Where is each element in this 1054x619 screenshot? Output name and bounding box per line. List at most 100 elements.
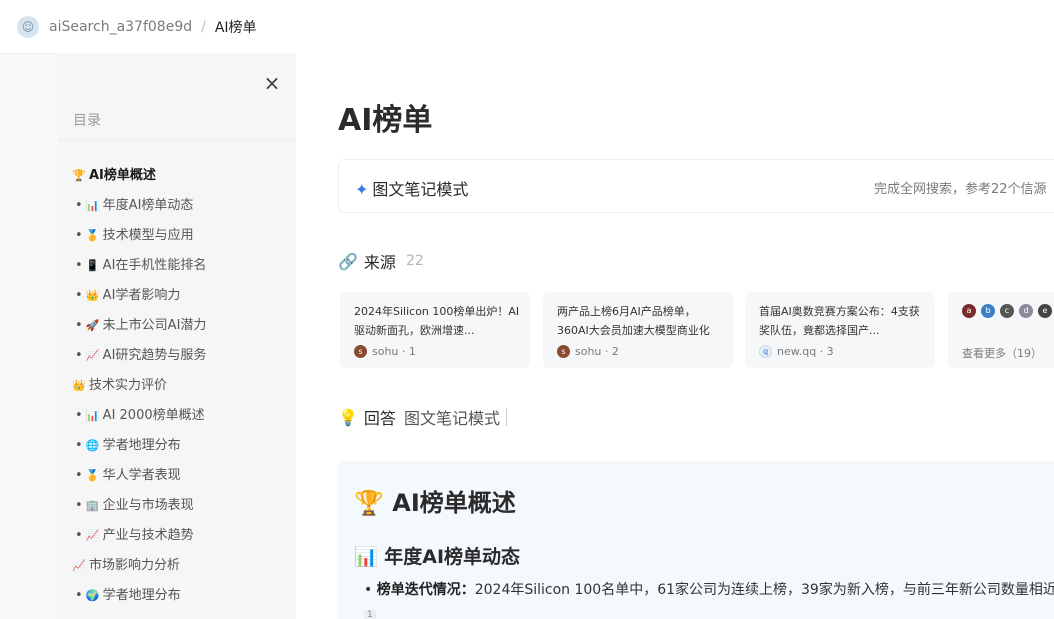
toc-item-label: 市场影响力分析 bbox=[89, 558, 181, 573]
main-content: AI榜单 ✦ 图文笔记模式 完成全网搜索，参考22个信源 🔗 来源 22 2024… bbox=[296, 53, 1054, 619]
breadcrumb-workspace[interactable]: aiSearch_a37f08e9d bbox=[49, 19, 192, 35]
para-label: 榜单迭代情况： bbox=[376, 582, 475, 598]
source-site: sohu · 1 bbox=[372, 345, 416, 358]
source-title: 首届AI奥数竞赛方案公布：4支获奖队伍，竟都选择国产... bbox=[759, 305, 920, 337]
source-title: 2024年Silicon 100榜单出炉！AI驱动新面孔，欧洲增速... bbox=[354, 305, 520, 337]
source-card[interactable]: 2024年Silicon 100榜单出炉！AI驱动新面孔，欧洲增速... s s… bbox=[340, 292, 530, 368]
toc-item-label: 学者地理分布 bbox=[102, 588, 181, 603]
bullet-icon: • bbox=[75, 288, 83, 303]
toc-item[interactable]: 🏆 AI榜单概述 bbox=[57, 161, 296, 191]
toc-item[interactable]: • 📱 AI在手机性能排名 bbox=[57, 251, 296, 281]
bullet-icon: • bbox=[75, 468, 83, 483]
sources-count: 22 bbox=[405, 253, 424, 269]
toc-item[interactable]: 👑 技术实力评价 bbox=[57, 371, 296, 401]
toc-item[interactable]: 📈 市场影响力分析 bbox=[57, 551, 296, 581]
toc-item-label: AI榜单概述 bbox=[89, 168, 156, 183]
toc-item-label: AI在手机性能排名 bbox=[102, 258, 207, 273]
close-icon[interactable]: × bbox=[262, 73, 282, 93]
toc-item-label: 年度AI榜单动态 bbox=[102, 198, 194, 213]
answer-content: 🏆 AI榜单概述 📊 年度AI榜单动态 • 榜单迭代情况：2024年Silico… bbox=[338, 461, 1054, 619]
answer-label: 回答 bbox=[363, 409, 396, 428]
source-card[interactable]: 两产品上榜6月AI产品榜单，360AI大会员加速大模型商业化 s sohu · … bbox=[543, 292, 733, 368]
site-icon: c bbox=[1000, 304, 1014, 318]
toc-item[interactable]: • 🥇 华人学者表现 bbox=[57, 461, 296, 491]
toc-item-icon: 🥇 bbox=[85, 229, 100, 242]
toc-item[interactable]: • 👑 AI学者影响力 bbox=[57, 281, 296, 311]
toc-item-icon: 🥇 bbox=[85, 469, 100, 482]
toc-item-label: AI研究趋势与服务 bbox=[102, 348, 207, 363]
citation-badge[interactable]: 1 bbox=[364, 610, 376, 619]
toc-item-icon: 👑 bbox=[85, 289, 100, 302]
toc-item-icon: 📈 bbox=[85, 349, 100, 362]
toc-item-icon: 🏢 bbox=[85, 499, 100, 512]
breadcrumb-page: AI榜单 bbox=[214, 19, 257, 36]
more-sources-icons: a b c d e bbox=[962, 304, 1054, 318]
toc-item-label: 技术实力评价 bbox=[89, 378, 168, 393]
bullet-icon: • bbox=[75, 228, 83, 243]
toc-item-icon: 📈 bbox=[85, 529, 100, 542]
toc-panel: × 目录 🏆 AI榜单概述 • 📊 年度AI榜单动态 • 🥇 技术模型与应用 • 📱 AI在手机性能… bbox=[57, 53, 296, 619]
sohu-site-icon: s bbox=[354, 345, 367, 358]
breadcrumb-separator: / bbox=[201, 18, 206, 35]
toc-item-icon: 📱 bbox=[85, 259, 100, 272]
toc-item[interactable]: • 📊 年度AI榜单动态 bbox=[57, 191, 296, 221]
bullet-icon: • bbox=[75, 318, 83, 333]
toc-item[interactable]: • 📈 产业与技术趋势 bbox=[57, 521, 296, 551]
bullet-icon: • bbox=[75, 438, 83, 453]
top-bar: ☺ aiSearch_a37f08e9d / AI榜单 bbox=[0, 0, 1054, 54]
site-icon: e bbox=[1038, 304, 1052, 318]
toc-item-label: 产业与技术趋势 bbox=[102, 528, 194, 543]
toc-item[interactable]: • 🥇 技术模型与应用 bbox=[57, 221, 296, 251]
toc-item[interactable]: • 🏢 企业与市场表现 bbox=[57, 491, 296, 521]
source-meta: s sohu · 1 bbox=[354, 345, 416, 358]
more-sources-card[interactable]: a b c d e 查看更多（19） bbox=[948, 292, 1054, 368]
answer-header: 💡 回答 图文笔记模式 bbox=[338, 405, 507, 429]
answer-mode: 图文笔记模式 bbox=[403, 409, 500, 428]
bullet-icon: • bbox=[75, 588, 83, 603]
toc-item-icon: 🚀 bbox=[85, 319, 100, 332]
source-meta: q new.qq · 3 bbox=[759, 345, 834, 358]
page-title: AI榜单 bbox=[338, 103, 433, 138]
bullet-icon: • bbox=[75, 198, 83, 213]
sources-header: 🔗 来源 22 bbox=[338, 249, 424, 273]
qq-site-icon: q bbox=[759, 345, 772, 358]
workspace-avatar-icon[interactable]: ☺ bbox=[17, 15, 39, 38]
site-icon: a bbox=[962, 304, 976, 318]
mode-label: 图文笔记模式 bbox=[372, 180, 469, 199]
toc-item[interactable]: • 🚀 未上市公司AI潜力 bbox=[57, 311, 296, 341]
bullet-icon: • bbox=[75, 528, 83, 543]
source-card[interactable]: 首届AI奥数竞赛方案公布：4支获奖队伍，竟都选择国产... q new.qq ·… bbox=[745, 292, 935, 368]
mode-bar[interactable]: ✦ 图文笔记模式 完成全网搜索，参考22个信源 bbox=[338, 159, 1054, 213]
mode-label-wrap: ✦ 图文笔记模式 bbox=[355, 176, 468, 200]
source-title: 两产品上榜6月AI产品榜单，360AI大会员加速大模型商业化 bbox=[557, 305, 710, 337]
bullet-icon: • bbox=[75, 348, 83, 363]
toc-item-icon: 🌐 bbox=[85, 439, 100, 452]
toc-item-label: 技术模型与应用 bbox=[102, 228, 194, 243]
toc-divider bbox=[57, 140, 296, 141]
answer-heading-2: 📊 年度AI榜单动态 bbox=[354, 546, 521, 568]
toc-item[interactable]: • 📊 AI 2000榜单概述 bbox=[57, 401, 296, 431]
bullet-icon: • bbox=[75, 258, 83, 273]
toc-item-icon: 📊 bbox=[85, 409, 100, 422]
toc-item-label: 华人学者表现 bbox=[102, 468, 181, 483]
source-site: sohu · 2 bbox=[575, 345, 619, 358]
link-icon: 🔗 bbox=[338, 251, 358, 271]
bullet-icon: • bbox=[75, 498, 83, 513]
toc-item-icon: 🏆 bbox=[72, 169, 86, 182]
toc-item[interactable]: • 📈 AI研究趋势与服务 bbox=[57, 341, 296, 371]
toc-item[interactable]: • 🌍 学者地理分布 bbox=[57, 581, 296, 611]
toc-item-icon: 📈 bbox=[72, 559, 86, 572]
sohu-site-icon: s bbox=[557, 345, 570, 358]
bullet-icon: • bbox=[75, 408, 83, 423]
view-more-link[interactable]: 查看更多（19） bbox=[962, 345, 1042, 361]
lightbulb-icon: 💡 bbox=[338, 407, 358, 427]
toc-title: 目录 bbox=[73, 113, 101, 129]
toc-item-label: AI 2000榜单概述 bbox=[102, 408, 205, 423]
site-icon: b bbox=[981, 304, 995, 318]
answer-paragraph: • 榜单迭代情况：2024年Silicon 100名单中，61家公司为连续上榜，… bbox=[364, 578, 1054, 619]
sources-label: 来源 bbox=[363, 253, 396, 272]
toc-item-icon: 📊 bbox=[85, 199, 100, 212]
toc-item-label: 未上市公司AI潜力 bbox=[102, 318, 207, 333]
toc-item[interactable]: • 🌐 学者地理分布 bbox=[57, 431, 296, 461]
toc-item-label: AI学者影响力 bbox=[102, 288, 181, 303]
